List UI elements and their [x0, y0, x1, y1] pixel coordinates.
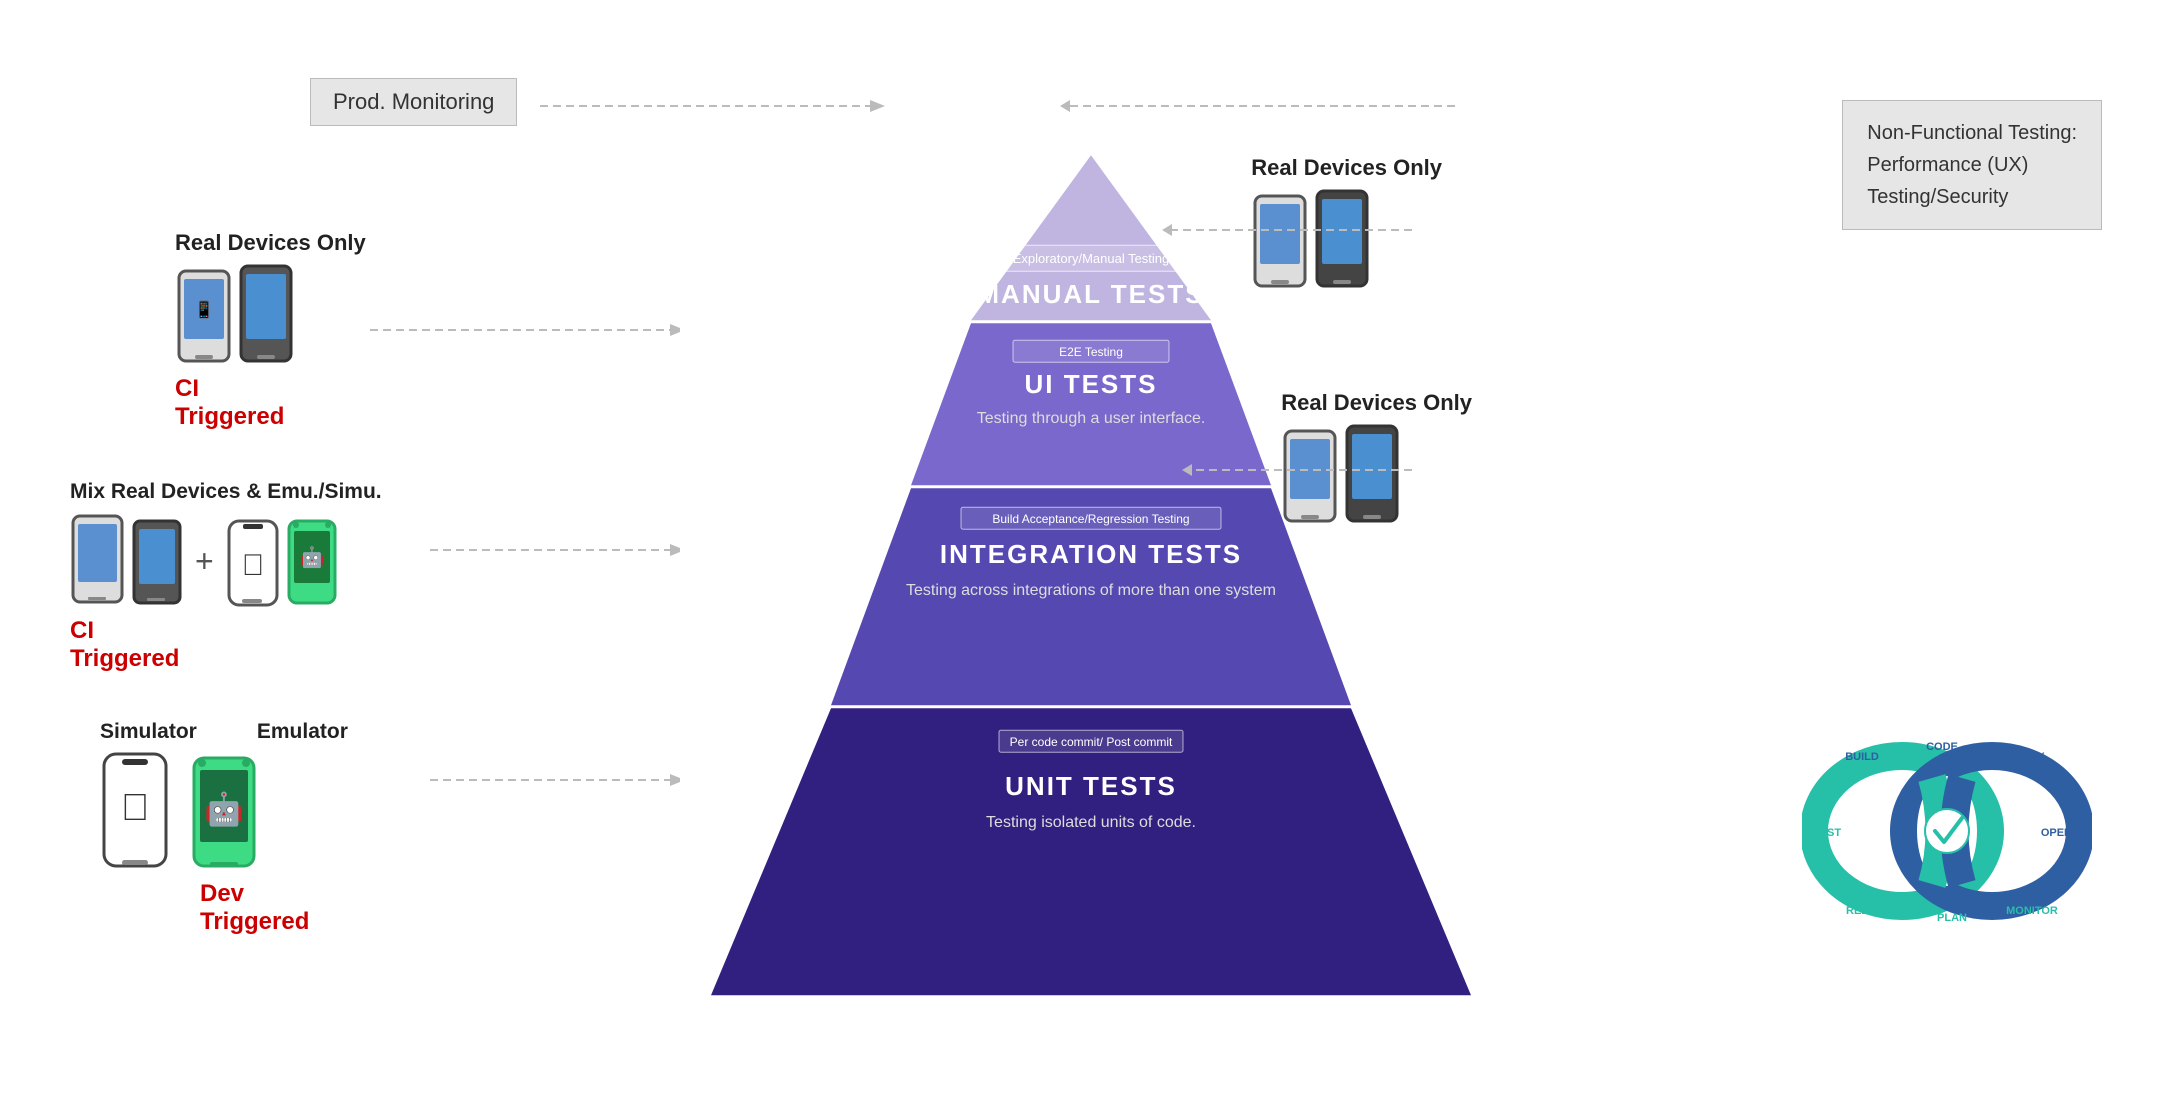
phone-emu-android: 🤖	[286, 519, 338, 609]
svg-text:TEST: TEST	[1813, 827, 1841, 839]
nft-title: Non-Functional Testing:	[1867, 117, 2077, 149]
phone-icon-2	[237, 264, 295, 369]
svg-text:CODE: CODE	[1926, 741, 1958, 753]
mix-arrow	[420, 540, 680, 560]
real-devices-left-top-label: Real Devices Only	[175, 230, 366, 256]
svg-text:Testing through a user interfa: Testing through a user interface.	[977, 410, 1206, 427]
svg-text:RELEASE: RELEASE	[1846, 905, 1898, 917]
svg-text:MONITOR: MONITOR	[2006, 905, 2058, 917]
nft-line3: Testing/Security	[1867, 181, 2077, 213]
real-devices-manual-label: Real Devices Only	[1251, 155, 1442, 181]
ci-triggered-1: CI Triggered	[175, 375, 366, 431]
svg-text:🤖: 🤖	[204, 791, 244, 827]
phone-real-1	[70, 514, 125, 609]
devops-diagram: BUILD CODE DEPLOY OPERATE MONITOR PLAN R…	[1802, 736, 2092, 926]
svg-text:E2E Testing: E2E Testing	[1059, 345, 1123, 359]
phone-sim-apple: 	[226, 519, 280, 609]
real-devices-ui-label: Real Devices Only	[1281, 390, 1472, 416]
emulator-label: Emulator	[257, 720, 348, 744]
svg-text:🤖: 🤖	[299, 545, 324, 569]
phone-real-2	[131, 519, 183, 609]
prod-monitoring-box: Prod. Monitoring	[310, 78, 517, 126]
mix-devices-block: Mix Real Devices & Emu./Simu. + 	[70, 480, 382, 673]
real-devices-left-top: Real Devices Only 📱 CI Triggered	[175, 230, 366, 431]
svg-text:UI TESTS: UI TESTS	[1024, 369, 1157, 399]
svg-text:Per code commit/ Post commit: Per code commit/ Post commit	[1010, 735, 1173, 749]
svg-text:INTEGRATION TESTS: INTEGRATION TESTS	[940, 539, 1242, 569]
main-container: Exploratory/Manual Testing MANUAL TESTS …	[0, 0, 2182, 1116]
svg-text:: 	[241, 549, 264, 582]
svg-text:Testing isolated units of code: Testing isolated units of code.	[986, 814, 1196, 831]
mix-devices-label: Mix Real Devices & Emu./Simu.	[70, 480, 382, 504]
devops-infinity-svg: BUILD CODE DEPLOY OPERATE MONITOR PLAN R…	[1802, 736, 2092, 926]
simulator-label: Simulator	[100, 720, 197, 744]
iphone-simulator: 	[100, 752, 170, 872]
svg-text:MANUAL TESTS: MANUAL TESTS	[977, 279, 1204, 309]
sim-emu-arrow	[420, 770, 680, 790]
plus-icon: +	[195, 543, 214, 580]
phone-icon-1: 📱	[175, 269, 233, 369]
manual-right-arrow	[1060, 92, 1480, 122]
left-top-arrow	[360, 320, 680, 340]
svg-text:: 	[121, 787, 150, 829]
nft-line2: Performance (UX)	[1867, 149, 2077, 181]
prod-monitoring-arrow	[530, 92, 890, 122]
android-emulator: 🤖	[190, 756, 258, 872]
nft-box: Non-Functional Testing: Performance (UX)…	[1842, 100, 2102, 230]
right-phone-1	[1251, 194, 1309, 294]
right-phone-2	[1313, 189, 1371, 294]
ci-triggered-2: CI Triggered	[70, 617, 382, 673]
prod-monitoring-label: Prod. Monitoring	[333, 89, 494, 114]
svg-text:Exploratory/Manual Testing: Exploratory/Manual Testing	[1013, 251, 1170, 266]
svg-text:OPERATE: OPERATE	[2041, 827, 2092, 839]
sim-emu-block: Simulator Emulator  🤖 Dev Triggered	[100, 720, 348, 936]
dev-triggered: Dev Triggered	[200, 880, 348, 936]
svg-text:Testing across integrations of: Testing across integrations of more than…	[906, 582, 1276, 599]
svg-text:UNIT TESTS: UNIT TESTS	[1005, 771, 1177, 801]
right-ui-arrow	[1182, 460, 1422, 480]
right-manual-arrow	[1162, 220, 1422, 240]
svg-text:DEPLOY: DEPLOY	[1999, 751, 2045, 763]
svg-text:📱: 📱	[194, 300, 214, 319]
svg-text:Build Acceptance/Regression Te: Build Acceptance/Regression Testing	[992, 512, 1189, 526]
svg-text:PLAN: PLAN	[1937, 912, 1967, 924]
svg-text:BUILD: BUILD	[1845, 751, 1879, 763]
